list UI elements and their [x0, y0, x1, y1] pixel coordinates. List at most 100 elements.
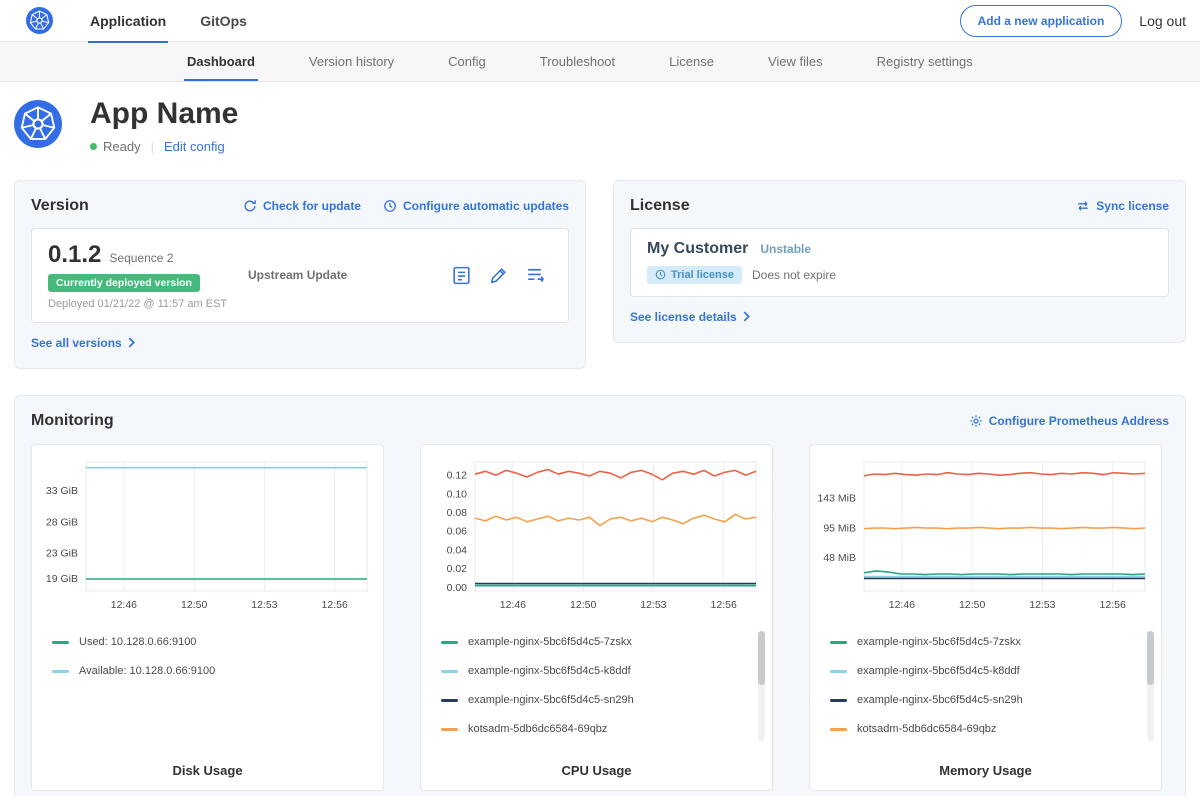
see-all-versions-link[interactable]: See all versions — [31, 336, 135, 350]
disk-usage-plot: 12:4612:5012:5312:5633 GiB28 GiB23 GiB19… — [38, 455, 377, 615]
version-number: 0.1.2 — [48, 241, 101, 269]
legend-label: kotsadm-5db6dc6584-69qbz — [857, 723, 996, 735]
legend-label: kotsadm-5db6dc6584-69qbz — [468, 723, 607, 735]
sequence-label: Sequence 2 — [109, 251, 173, 265]
edit-config-link[interactable]: Edit config — [164, 139, 225, 154]
svg-text:12:53: 12:53 — [1029, 599, 1055, 611]
legend-color-dash-icon — [52, 670, 69, 673]
configure-automatic-updates-link[interactable]: Configure automatic updates — [383, 199, 569, 213]
legend-item: example-nginx-5bc6f5d4c5-sn29h — [830, 686, 1155, 715]
legend-scrollbar[interactable] — [758, 631, 765, 741]
svg-text:12:46: 12:46 — [111, 599, 137, 611]
top-nav-tabs: Application GitOps — [88, 0, 279, 42]
legend-item: example-nginx-5bc6f5d4c5-k8ddf — [441, 657, 766, 686]
top-tab-application[interactable]: Application — [88, 0, 168, 42]
charts-row: 12:4612:5012:5312:5633 GiB28 GiB23 GiB19… — [31, 444, 1169, 791]
legend-label: Available: 10.128.0.66:9100 — [79, 665, 215, 677]
svg-text:19 GiB: 19 GiB — [46, 572, 78, 584]
tab-view-files[interactable]: View files — [741, 42, 850, 81]
check-for-update-link[interactable]: Check for update — [243, 199, 361, 213]
top-tab-gitops[interactable]: GitOps — [198, 0, 249, 42]
tab-registry-settings[interactable]: Registry settings — [850, 42, 1000, 81]
memory-usage-plot: 12:4612:5012:5312:56143 MiB95 MiB48 MiB — [816, 455, 1155, 615]
page-title: App Name — [90, 97, 238, 132]
legend-color-dash-icon — [441, 728, 458, 731]
upstream-update-label: Upstream Update — [248, 268, 451, 282]
clock-icon — [655, 269, 666, 280]
monitoring-title: Monitoring — [31, 412, 114, 430]
monitoring-card: Monitoring Configure Prometheus Address … — [14, 395, 1186, 796]
gear-icon — [969, 414, 983, 428]
configure-prometheus-link[interactable]: Configure Prometheus Address — [969, 414, 1169, 428]
chart-title: CPU Usage — [421, 763, 772, 778]
status-ready-dot-icon — [90, 143, 97, 150]
kots-admin-console: Application GitOps Add a new application… — [0, 0, 1200, 796]
legend-item: Used: 10.128.0.66:9100 — [52, 628, 377, 657]
legend-color-dash-icon — [830, 728, 847, 731]
cpu-usage-legend: example-nginx-5bc6f5d4c5-7zskxexample-ng… — [427, 628, 766, 744]
legend-scrollbar-thumb[interactable] — [758, 631, 765, 685]
monitoring-card-head: Monitoring Configure Prometheus Address — [31, 412, 1169, 430]
see-license-details-link[interactable]: See license details — [630, 310, 750, 324]
clock-refresh-icon — [383, 199, 397, 213]
version-card-head: Version Check for update Configure autom… — [31, 197, 569, 215]
tab-license[interactable]: License — [642, 42, 741, 81]
legend-color-dash-icon — [830, 641, 847, 644]
svg-text:0.10: 0.10 — [447, 488, 468, 500]
svg-text:12:50: 12:50 — [181, 599, 207, 611]
app-kubernetes-icon — [14, 100, 62, 148]
legend-scrollbar-thumb[interactable] — [1147, 631, 1154, 685]
top-nav-right: Add a new application Log out — [960, 5, 1186, 37]
svg-text:12:53: 12:53 — [251, 599, 277, 611]
legend-color-dash-icon — [52, 641, 69, 644]
check-for-update-label: Check for update — [263, 199, 361, 213]
chart-title: Disk Usage — [32, 763, 383, 778]
tab-version-history[interactable]: Version history — [282, 42, 421, 81]
license-card-title: License — [630, 197, 690, 215]
edit-config-values-icon[interactable] — [488, 265, 509, 286]
svg-text:48 MiB: 48 MiB — [823, 552, 856, 564]
legend-item: kotsadm-5db6dc6584-69qbz — [441, 715, 766, 744]
legend-item: example-nginx-5bc6f5d4c5-7zskx — [441, 628, 766, 657]
logout-link[interactable]: Log out — [1139, 13, 1186, 29]
trial-license-label: Trial license — [671, 269, 734, 281]
sync-license-link[interactable]: Sync license — [1076, 199, 1169, 213]
tab-troubleshoot[interactable]: Troubleshoot — [513, 42, 642, 81]
license-expiry-label: Does not expire — [752, 268, 836, 282]
svg-text:0.08: 0.08 — [447, 507, 468, 519]
tab-dashboard[interactable]: Dashboard — [160, 42, 282, 81]
svg-text:0.06: 0.06 — [447, 525, 468, 537]
legend-item: example-nginx-5bc6f5d4c5-sn29h — [441, 686, 766, 715]
memory-usage-legend: example-nginx-5bc6f5d4c5-7zskxexample-ng… — [816, 628, 1155, 744]
version-action-icons — [451, 265, 552, 286]
legend-color-dash-icon — [441, 699, 458, 702]
chart-title: Memory Usage — [810, 763, 1161, 778]
kubernetes-logo-icon[interactable] — [26, 7, 53, 34]
svg-text:12:46: 12:46 — [500, 599, 526, 611]
currently-deployed-badge: Currently deployed version — [48, 274, 200, 292]
svg-text:12:46: 12:46 — [889, 599, 915, 611]
svg-text:12:50: 12:50 — [570, 599, 596, 611]
app-status-row: Ready | Edit config — [90, 139, 238, 154]
disk-usage-chart: 12:4612:5012:5312:5633 GiB28 GiB23 GiB19… — [31, 444, 384, 791]
svg-text:0.12: 0.12 — [447, 469, 468, 481]
sync-arrows-icon — [1076, 199, 1090, 213]
disk-usage-legend: Used: 10.128.0.66:9100 Available: 10.128.… — [38, 628, 377, 686]
legend-scrollbar[interactable] — [1147, 631, 1154, 741]
release-notes-icon[interactable] — [451, 265, 472, 286]
svg-text:95 MiB: 95 MiB — [823, 522, 856, 534]
tab-config[interactable]: Config — [421, 42, 513, 81]
legend-label: example-nginx-5bc6f5d4c5-k8ddf — [857, 665, 1020, 677]
legend-color-dash-icon — [441, 641, 458, 644]
svg-text:12:56: 12:56 — [711, 599, 737, 611]
legend-color-dash-icon — [830, 699, 847, 702]
svg-text:12:50: 12:50 — [959, 599, 985, 611]
configure-automatic-updates-label: Configure automatic updates — [403, 199, 569, 213]
svg-text:12:56: 12:56 — [322, 599, 348, 611]
legend-color-dash-icon — [441, 670, 458, 673]
chart-plot-svg: 12:4612:5012:5312:560.120.100.080.060.04… — [427, 455, 766, 615]
add-new-application-button[interactable]: Add a new application — [960, 5, 1123, 37]
legend-item: example-nginx-5bc6f5d4c5-k8ddf — [830, 657, 1155, 686]
deploy-logs-icon[interactable] — [525, 265, 546, 286]
cpu-usage-chart: 12:4612:5012:5312:560.120.100.080.060.04… — [420, 444, 773, 791]
